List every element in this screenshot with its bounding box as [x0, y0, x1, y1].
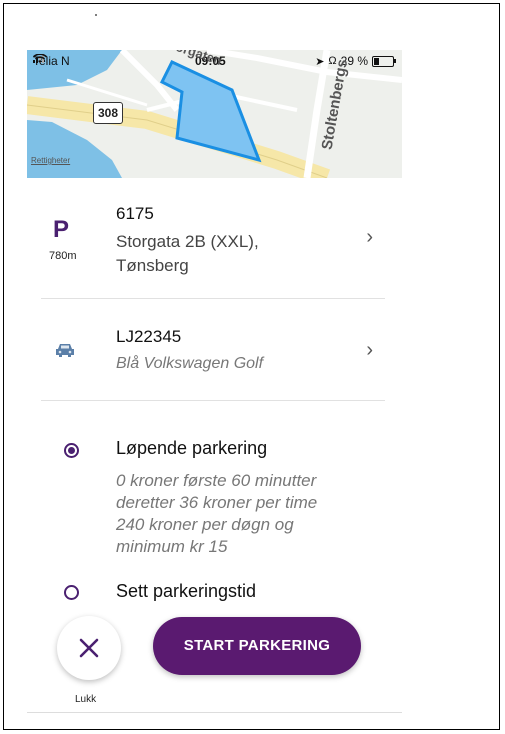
stray-dot: [95, 14, 97, 16]
map-attribution-link[interactable]: Rettigheter: [31, 156, 70, 165]
radio-set-parking-time[interactable]: [64, 585, 79, 600]
set-parking-time-label[interactable]: Sett parkeringstid: [116, 581, 256, 602]
wifi-icon: [33, 54, 47, 63]
close-icon: [79, 638, 99, 658]
price-line: 0 kroner første 60 minutter: [116, 471, 317, 490]
car-icon: [56, 344, 74, 357]
zone-row[interactable]: P 780m 6175 Storgata 2B (XXL), Tønsberg …: [41, 178, 385, 299]
phone-screen: Telia N 09:05 ➤ Ω 29 % orgaten Stoltenbe…: [27, 50, 402, 713]
zone-distance: 780m: [49, 250, 77, 262]
continuous-parking-label[interactable]: Løpende parkering: [116, 438, 267, 459]
continuous-parking-price-info: 0 kroner første 60 minutter deretter 36 …: [116, 470, 386, 558]
vehicle-plate: LJ22345: [116, 327, 182, 346]
vehicle-description: Blå Volkswagen Golf: [116, 355, 264, 372]
start-parking-button[interactable]: START PARKERING: [153, 617, 361, 675]
price-line: minimum kr 15: [116, 537, 228, 556]
location-icon: ➤: [315, 55, 325, 68]
zone-number: 6175: [116, 204, 154, 223]
vehicle-row[interactable]: LJ22345 Blå Volkswagen Golf ›: [41, 299, 385, 401]
close-label: Lukk: [75, 694, 97, 705]
road-number-badge: 308: [93, 102, 123, 124]
radio-continuous-parking[interactable]: [64, 443, 79, 458]
battery-icon: [372, 55, 396, 67]
price-line: 240 kroner per døgn og: [116, 515, 294, 534]
parking-icon: P: [53, 216, 70, 243]
zone-address: Storgata 2B (XXL), Tønsberg: [116, 232, 259, 275]
chevron-right-icon: ›: [366, 226, 373, 248]
map-view[interactable]: Telia N 09:05 ➤ Ω 29 % orgaten Stoltenbe…: [27, 50, 402, 178]
chevron-right-icon: ›: [366, 339, 373, 361]
price-line: deretter 36 kroner per time: [116, 493, 318, 512]
close-button[interactable]: [57, 616, 121, 680]
